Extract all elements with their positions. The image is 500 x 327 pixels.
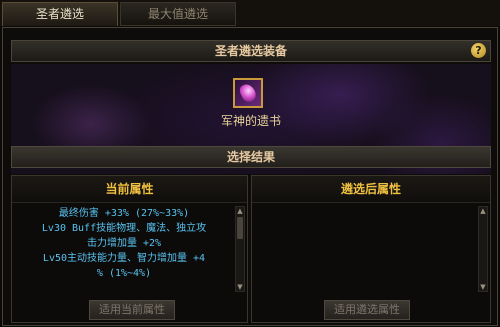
tab-saint-selection[interactable]: 圣者遴选 bbox=[2, 2, 118, 26]
selection-window: 军神的遗书 圣者遴选装备 ? 选择结果 当前属性 最终伤害 +33% (27%~… bbox=[2, 27, 498, 326]
scroll-up-icon[interactable]: ▲ bbox=[479, 207, 487, 215]
apply-selected-button[interactable]: 适用遴选属性 bbox=[324, 300, 410, 320]
header-title: 圣者遴选装备 bbox=[214, 44, 287, 58]
equipment-header: 圣者遴选装备 ? bbox=[11, 40, 491, 62]
tab-max-value-selection[interactable]: 最大值遴选 bbox=[120, 2, 236, 26]
apply-current-button[interactable]: 适用当前属性 bbox=[89, 300, 175, 320]
item-name: 军神的遗书 bbox=[220, 114, 281, 128]
current-attributes-list: 最终伤害 +33% (27%~33%) Lv30 Buff技能物理、魔法、独立攻… bbox=[16, 206, 232, 292]
help-icon[interactable]: ? bbox=[471, 43, 486, 58]
scroll-up-icon[interactable]: ▲ bbox=[236, 207, 244, 215]
scroll-down-icon[interactable]: ▼ bbox=[236, 283, 244, 291]
current-attributes-panel: 当前属性 最终伤害 +33% (27%~33%) Lv30 Buff技能物理、魔… bbox=[11, 175, 248, 323]
purple-gem-book-icon[interactable] bbox=[233, 78, 263, 108]
scroll-thumb[interactable] bbox=[237, 217, 243, 239]
selected-attributes-panel: 遴选后属性 ▲ ▼ 适用遴选属性 bbox=[251, 175, 491, 323]
attribute-line: Lv50主动技能力量、智力增加量 +4 bbox=[42, 253, 206, 264]
scroll-down-icon[interactable]: ▼ bbox=[479, 283, 487, 291]
attribute-line-cont: 击力增加量 +2% bbox=[86, 238, 162, 249]
result-title: 选择结果 bbox=[226, 150, 275, 164]
current-attributes-title: 当前属性 bbox=[12, 176, 247, 203]
result-header: 选择结果 bbox=[11, 146, 491, 168]
current-scrollbar[interactable]: ▲ ▼ bbox=[235, 206, 245, 292]
attribute-line: Lv30 Buff技能物理、魔法、独立攻 bbox=[41, 223, 207, 234]
selected-scrollbar[interactable]: ▲ ▼ bbox=[478, 206, 488, 292]
tab-bar: 圣者遴选 最大值遴选 bbox=[0, 0, 500, 26]
attribute-line-cont: % (1%~4%) bbox=[96, 268, 152, 279]
selected-attributes-title: 遴选后属性 bbox=[252, 176, 490, 203]
attribute-line: 最终伤害 +33% (27%~33%) bbox=[58, 208, 190, 219]
